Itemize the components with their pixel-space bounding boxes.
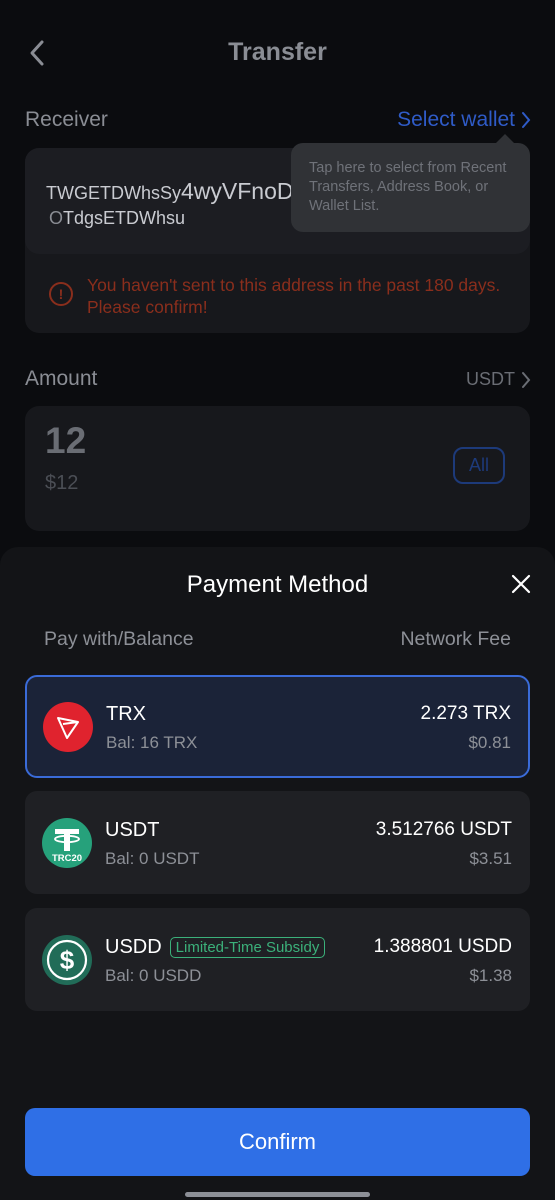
amount-usd-value: $12 [45, 472, 79, 494]
close-button[interactable] [509, 572, 533, 596]
receiver-label: Receiver [25, 108, 108, 131]
home-indicator [185, 1192, 370, 1197]
amount-label: Amount [25, 367, 98, 390]
currency-selector[interactable]: USDT [466, 369, 531, 390]
payment-method-sheet: Payment Method Pay with/Balance Network … [0, 547, 555, 1200]
fee-amount: 2.273 TRX [420, 703, 511, 724]
close-icon [511, 574, 531, 594]
sheet-title: Payment Method [186, 571, 369, 598]
usdd-icon: $ [42, 935, 92, 985]
confirm-button[interactable]: Confirm [25, 1108, 530, 1176]
tether-trc20-icon: TRC20 [42, 818, 92, 868]
tron-icon [43, 702, 93, 752]
fee-usd: $0.81 [468, 733, 511, 752]
currency-label: USDT [466, 369, 515, 389]
address-line-1: TWGETDWhsSy4wyVFnoD [46, 178, 294, 204]
coin-balance: Bal: 0 USDT [105, 849, 200, 868]
coin-name: TRX [106, 703, 146, 725]
amount-input[interactable]: 12 [45, 420, 86, 462]
coin-balance: Bal: 0 USDD [105, 966, 202, 985]
fee-amount: 1.388801 USDD [373, 936, 512, 957]
coin-name: USDT [105, 819, 160, 841]
select-wallet-link[interactable]: Select wallet [397, 108, 531, 132]
payment-option-usdt[interactable]: TRC20 USDT Bal: 0 USDT 3.512766 USDT $3.… [25, 791, 530, 894]
address-warning: You haven't sent to this address in the … [87, 275, 501, 317]
subsidy-badge: Limited-Time Subsidy [169, 937, 326, 958]
network-fee-header: Network Fee [400, 628, 511, 650]
chevron-right-icon [522, 112, 531, 128]
coin-balance: Bal: 16 TRX [106, 733, 198, 752]
svg-text:TRC20: TRC20 [52, 853, 82, 864]
payment-option-trx[interactable]: TRX Bal: 16 TRX 2.273 TRX $0.81 [25, 675, 530, 778]
select-wallet-tooltip: Tap here to select from Recent Transfers… [291, 134, 530, 232]
select-wallet-label: Select wallet [397, 108, 515, 131]
warning-icon: ! [49, 282, 73, 306]
fee-amount: 3.512766 USDT [375, 819, 512, 840]
svg-text:$: $ [60, 945, 75, 975]
fee-usd: $3.51 [469, 849, 512, 868]
chevron-right-icon [522, 371, 531, 388]
pay-with-header: Pay with/Balance [44, 628, 194, 650]
page-title: Transfer [228, 38, 327, 66]
amount-card: 12 $12 All [25, 406, 530, 531]
address-line-2: OTdgsETDWhsu [49, 208, 186, 228]
nav-bar: Transfer [0, 0, 555, 110]
payment-option-usdd[interactable]: $ USDD Limited-Time Subsidy Bal: 0 USDD … [25, 908, 530, 1011]
coin-name: USDD Limited-Time Subsidy [105, 936, 326, 959]
all-button[interactable]: All [453, 447, 505, 484]
fee-usd: $1.38 [469, 966, 512, 985]
